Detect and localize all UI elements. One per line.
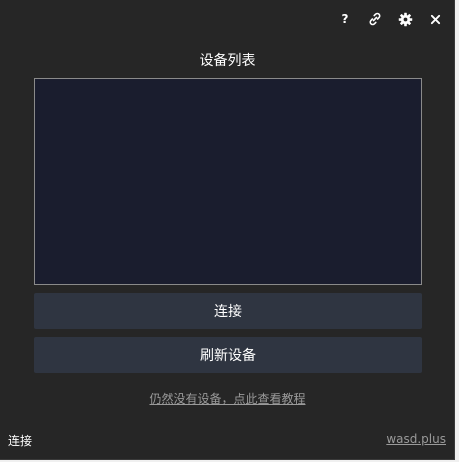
help-icon[interactable]: ? (336, 10, 354, 28)
close-icon[interactable] (426, 10, 444, 28)
help-glyph: ? (341, 12, 349, 26)
refresh-devices-button[interactable]: 刷新设备 (34, 337, 422, 373)
status-text: 连接 (8, 434, 33, 448)
tutorial-link[interactable]: 仍然没有设备，点此查看教程 (0, 390, 455, 407)
website-link[interactable]: wasd.plus (386, 432, 446, 446)
window-toolbar: ? (336, 10, 444, 28)
connect-button-label: 连接 (214, 304, 242, 320)
device-list[interactable] (34, 78, 422, 285)
gear-icon[interactable] (396, 10, 414, 28)
connect-button[interactable]: 连接 (34, 293, 422, 329)
app-window: ? 设备列表 连接 刷新设备 仍然没有设备，点此查看教程 连接 wasd.plu… (0, 0, 455, 460)
link-icon[interactable] (366, 10, 384, 28)
page-title: 设备列表 (199, 53, 256, 69)
refresh-button-label: 刷新设备 (200, 348, 256, 364)
